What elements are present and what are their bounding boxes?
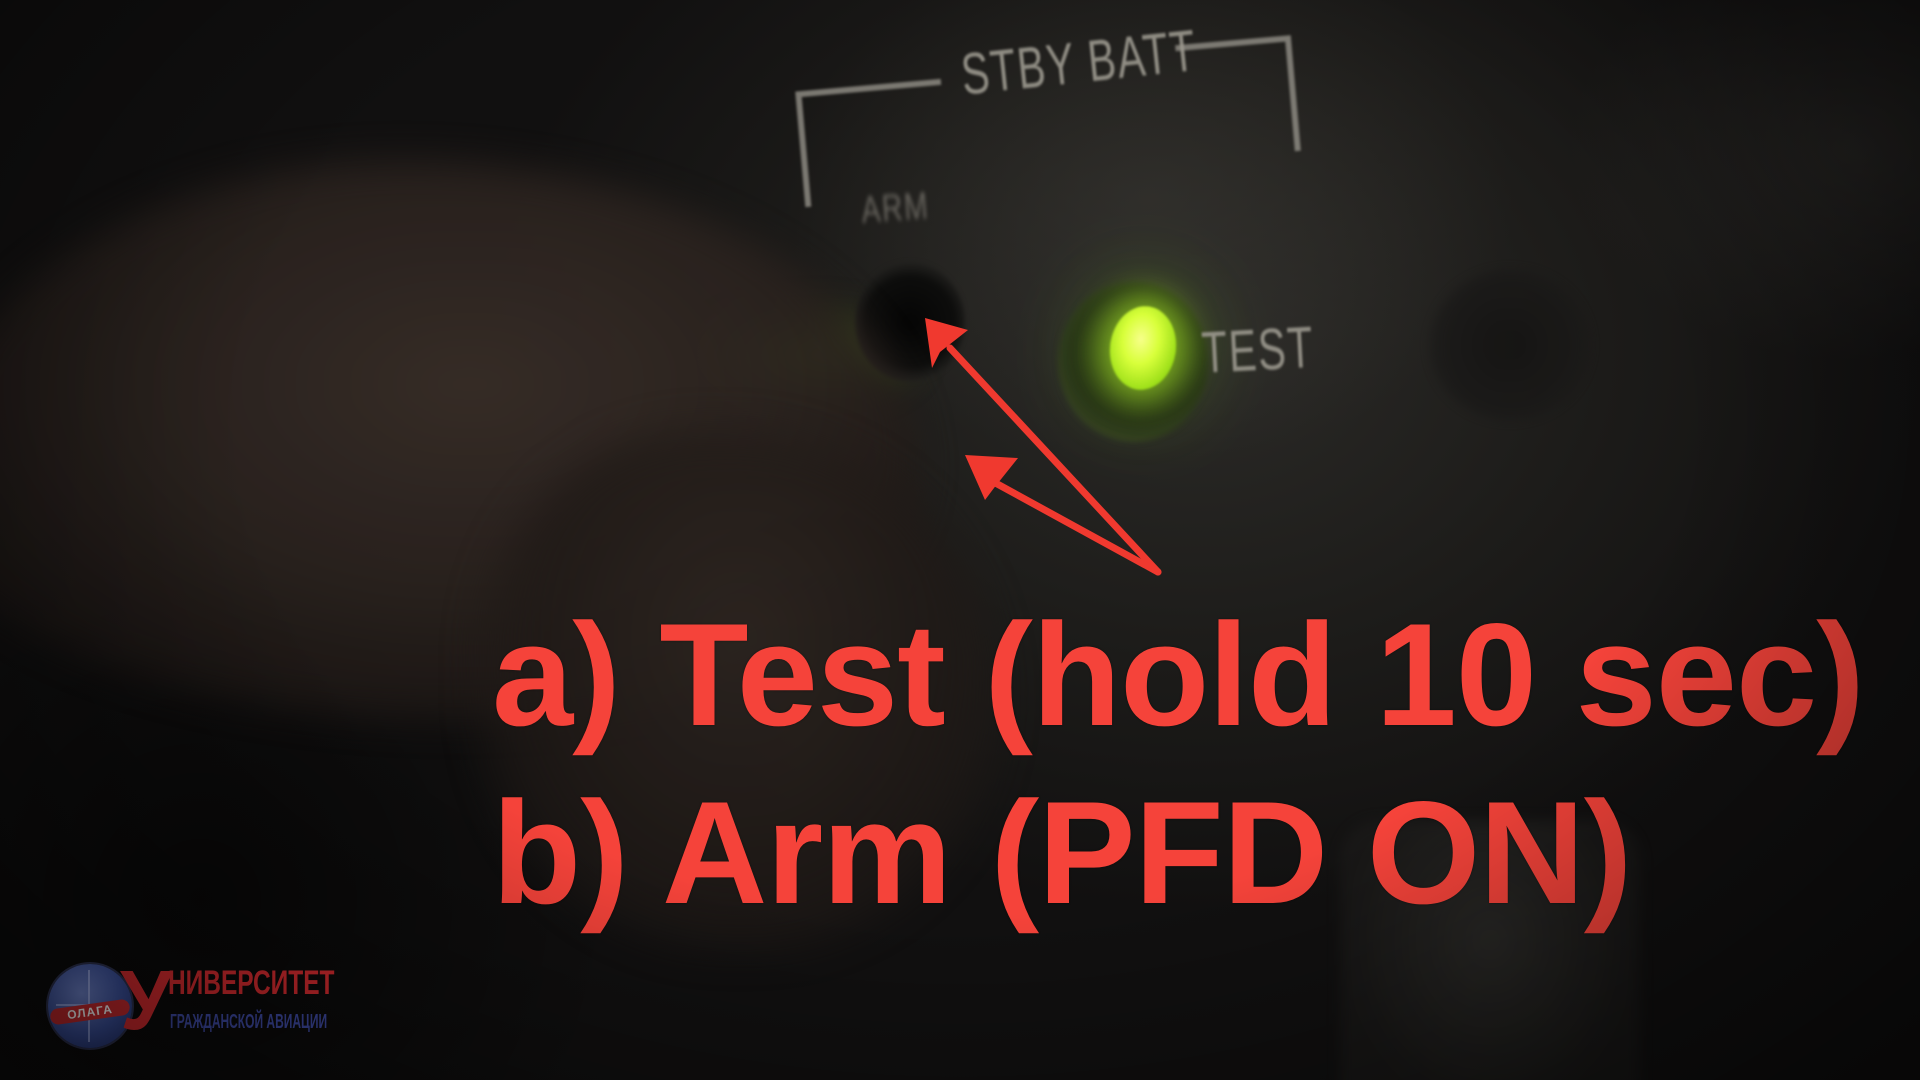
test-label: TEST xyxy=(1200,315,1316,386)
logo-subtitle: ГРАЖДАНСКОЙ АВИАЦИИ xyxy=(170,1011,328,1033)
university-logo: ОЛАГА У НИВЕРСИТЕТ ГРАЖДАНСКОЙ АВИАЦИИ xyxy=(48,953,368,1060)
video-frame: STBY BATT ARM TEST a) Test (hold 10 sec)… xyxy=(0,0,1920,1080)
annotation-line-a: a) Test (hold 10 sec) xyxy=(492,593,1865,756)
arm-label: ARM xyxy=(860,185,931,232)
logo-letter: У xyxy=(120,953,173,1047)
annotation-line-b: b) Arm (PFD ON) xyxy=(492,771,1632,934)
right-switch xyxy=(1430,270,1590,420)
logo-title: НИВЕРСИТЕТ xyxy=(168,964,335,1002)
